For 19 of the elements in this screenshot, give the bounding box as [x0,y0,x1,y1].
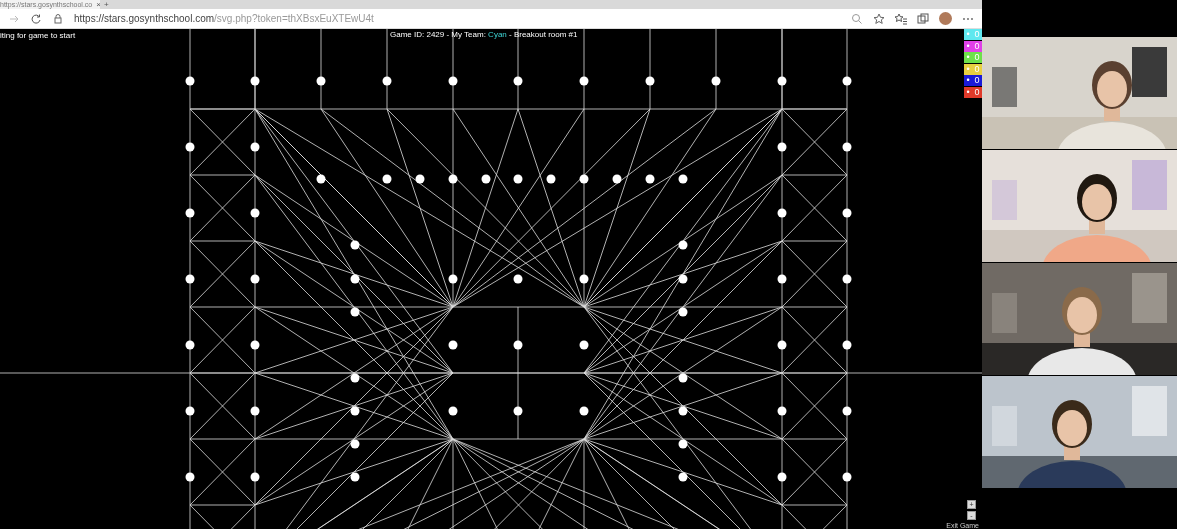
more-button[interactable]: ⋯ [962,11,974,26]
lock-icon [52,12,64,25]
favorites-icon[interactable] [895,12,907,25]
refresh-icon[interactable] [30,12,42,25]
collections-icon[interactable] [917,12,929,25]
game-header: Game ID: 2429 - My Team: Cyan - Breakout room #1 [390,30,578,39]
tab-close-button[interactable]: × [96,1,100,9]
team-score: • 0 [964,52,982,63]
team-score: • 0 [964,40,982,52]
team-score: • 0 [964,63,982,75]
star-icon[interactable] [873,12,885,25]
status-text: iting for game to start [0,31,76,40]
search-icon[interactable] [851,12,863,25]
team-score: • 0 [964,75,982,86]
profile-avatar[interactable] [939,12,952,25]
team-score: • 0 [964,29,982,40]
team-score: • 0 [964,86,982,98]
url-field[interactable]: https://stars.gosynthschool.com/svg.php?token=thXBsxEuXTEwU4t [74,13,841,24]
new-tab-button[interactable]: + [104,1,109,9]
